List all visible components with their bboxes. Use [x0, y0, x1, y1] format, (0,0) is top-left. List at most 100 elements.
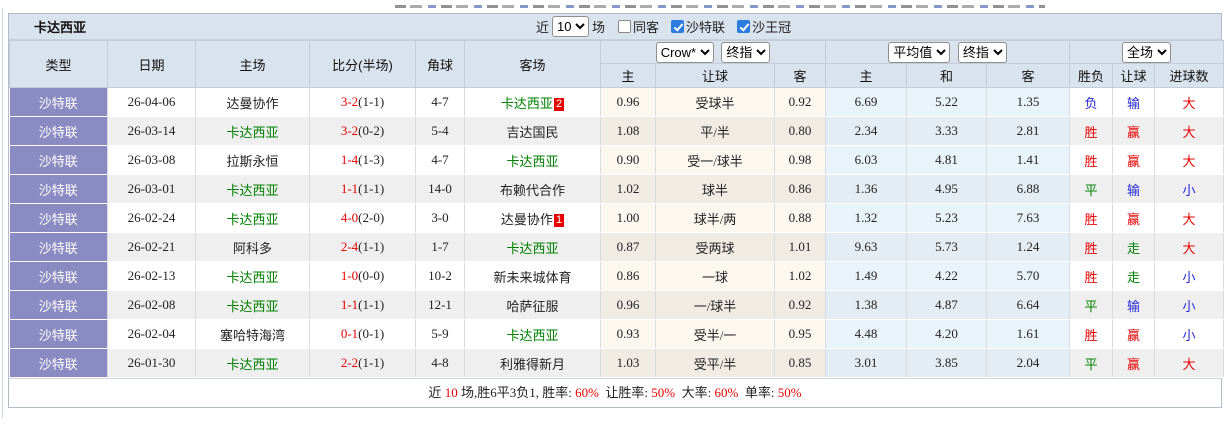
summary-stats: 近 10 场,胜6平3负1, 胜率: 60% 让胜率: 50% 大率: 60% …	[9, 378, 1221, 407]
avg-odds-group-header: 平均值 终指	[824, 40, 1071, 64]
filter-checkbox[interactable]: 同客	[618, 17, 659, 36]
result-handicap-cell: 走	[1112, 261, 1156, 291]
filter-checkbox[interactable]: 沙王冠	[737, 17, 791, 36]
checkbox-icon[interactable]	[671, 20, 685, 33]
avg-draw-odds-cell: 4.81	[906, 145, 987, 175]
avg-home-odds-cell: 1.49	[825, 261, 907, 291]
league-cell: 沙特联	[9, 87, 108, 117]
avg-home-odds-cell: 6.03	[825, 145, 907, 175]
checkbox-icon[interactable]	[618, 20, 632, 33]
crow-home-odds-cell: 0.90	[600, 145, 656, 175]
result-handicap-cell: 赢	[1112, 116, 1156, 146]
date-cell: 26-02-21	[107, 232, 196, 262]
crow-away-odds-cell: 0.85	[774, 348, 826, 378]
rank-badge: 2	[553, 97, 565, 111]
match-scope-select[interactable]: 全场	[1122, 41, 1172, 63]
home-team-cell: 卡达西亚	[195, 116, 310, 146]
result-goals-cell: 大	[1154, 203, 1225, 233]
avg-draw-odds-cell: 4.95	[906, 174, 987, 204]
result-handicap-cell: 输	[1112, 174, 1156, 204]
handicap-cell: 一球	[655, 261, 775, 291]
result-wdl-cell: 胜	[1069, 116, 1114, 146]
fulltime-score: 1-1	[340, 297, 359, 312]
handicap-cell: 受球半	[655, 87, 775, 117]
halftime-score: (0-0)	[358, 268, 385, 283]
header-select-row: 类型 日期 主场 比分(半场) 角球 客场 Crow* 终指 平均值 终指 全场	[9, 40, 1225, 88]
home-team-name: 卡达西亚	[226, 124, 279, 140]
avg-home-odds-cell: 1.32	[825, 203, 907, 233]
checkbox-icon[interactable]	[737, 20, 751, 33]
avg-away-odds-cell: 1.41	[986, 145, 1071, 175]
match-row: 沙特联 26-02-04 塞哈特海湾 0-1(0-1) 5-9 卡达西亚 0.9…	[9, 319, 1225, 349]
match-row: 沙特联 26-03-01 卡达西亚 1-1(1-1) 14-0 布赖代合作 1.…	[9, 174, 1225, 204]
handicap-cell: 球半/两	[655, 203, 775, 233]
date-cell: 26-01-30	[107, 348, 196, 378]
match-row: 沙特联 26-01-30 卡达西亚 2-2(1-1) 4-8 利雅得新月 1.0…	[9, 348, 1225, 378]
fulltime-score: 3-2	[340, 123, 359, 138]
avg-away-odds-cell: 6.88	[986, 174, 1071, 204]
corner-cell: 10-2	[415, 261, 465, 291]
date-cell: 26-02-13	[107, 261, 196, 291]
away-team-cell: 哈萨征服	[464, 290, 601, 320]
avg-away-odds-cell: 6.64	[986, 290, 1071, 320]
result-handicap-cell: 赢	[1112, 319, 1156, 349]
home-team-cell: 阿科多	[195, 232, 310, 262]
avg-away-odds-cell: 2.81	[986, 116, 1071, 146]
halftime-score: (1-1)	[358, 297, 385, 312]
crow-away-odds-cell: 1.02	[774, 261, 826, 291]
avg-home-odds-cell: 3.01	[825, 348, 907, 378]
result-goals-cell: 大	[1154, 348, 1225, 378]
filter-checkbox[interactable]: 沙特联	[671, 17, 725, 36]
odds-company-select[interactable]: Crow*	[655, 41, 714, 63]
home-team-cell: 卡达西亚	[195, 290, 310, 320]
avg-odds-select[interactable]: 平均值	[888, 41, 951, 63]
column-header-crow-handicap: 让球	[655, 63, 775, 88]
column-header-crow-home: 主	[600, 63, 656, 88]
away-team-name: 新未来城体育	[493, 269, 572, 285]
crow-home-odds-cell: 1.03	[600, 348, 656, 378]
corner-cell: 1-7	[415, 232, 465, 262]
checkbox-label: 沙特联	[686, 20, 726, 35]
away-team-name: 卡达西亚	[506, 153, 559, 169]
result-wdl-cell: 胜	[1069, 261, 1114, 291]
away-team-name: 哈萨征服	[506, 298, 559, 314]
match-count-select[interactable]: 10	[552, 16, 590, 37]
away-team-cell: 利雅得新月	[464, 348, 601, 378]
crow-home-odds-cell: 1.00	[600, 203, 656, 233]
filter-controls: 近 10 场 同客 沙特联 沙王冠	[536, 14, 791, 39]
league-cell: 沙特联	[9, 145, 108, 175]
home-team-name: 达曼协作	[226, 95, 279, 111]
title-bar: 卡达西亚 近 10 场 同客 沙特联 沙王冠	[9, 14, 1221, 40]
result-goals-cell: 大	[1154, 116, 1225, 146]
matches-label: 场	[592, 20, 606, 35]
avg-final-odds-select[interactable]: 终指	[957, 41, 1007, 63]
match-row: 沙特联 26-02-24 卡达西亚 4-0(2-0) 3-0 达曼协作 1 1.0…	[9, 203, 1225, 233]
avg-draw-odds-cell: 3.85	[906, 348, 987, 378]
result-wdl-cell: 胜	[1069, 203, 1114, 233]
corner-cell: 5-4	[415, 116, 465, 146]
score-cell: 3-2(1-1)	[309, 87, 416, 117]
crow-away-odds-cell: 1.01	[774, 232, 826, 262]
match-row: 沙特联 26-04-06 达曼协作 3-2(1-1) 4-7 卡达西亚 2 0.9…	[9, 87, 1225, 117]
league-cell: 沙特联	[9, 116, 108, 146]
date-cell: 26-04-06	[107, 87, 196, 117]
column-header-wdl: 胜负	[1069, 63, 1114, 88]
crow-home-odds-cell: 1.02	[600, 174, 656, 204]
corner-cell: 4-7	[415, 87, 465, 117]
away-team-cell: 卡达西亚	[464, 319, 601, 349]
date-cell: 26-03-01	[107, 174, 196, 204]
crow-home-odds-cell: 0.87	[600, 232, 656, 262]
home-team-name: 塞哈特海湾	[219, 327, 285, 343]
result-wdl-cell: 平	[1069, 174, 1114, 204]
match-history-table: 类型 日期 主场 比分(半场) 角球 客场 Crow* 终指 平均值 终指 全场	[9, 40, 1225, 378]
column-header-avg-away: 客	[985, 63, 1071, 88]
avg-away-odds-cell: 7.63	[986, 203, 1071, 233]
avg-away-odds-cell: 5.70	[986, 261, 1071, 291]
handicap-cell: 球半	[655, 174, 775, 204]
home-team-name: 阿科多	[232, 240, 272, 256]
crow-final-odds-select[interactable]: 终指	[721, 41, 771, 63]
home-team-name: 卡达西亚	[226, 211, 279, 227]
avg-away-odds-cell: 2.04	[986, 348, 1071, 378]
home-team-cell: 达曼协作	[195, 87, 310, 117]
crow-away-odds-cell: 0.95	[774, 319, 826, 349]
